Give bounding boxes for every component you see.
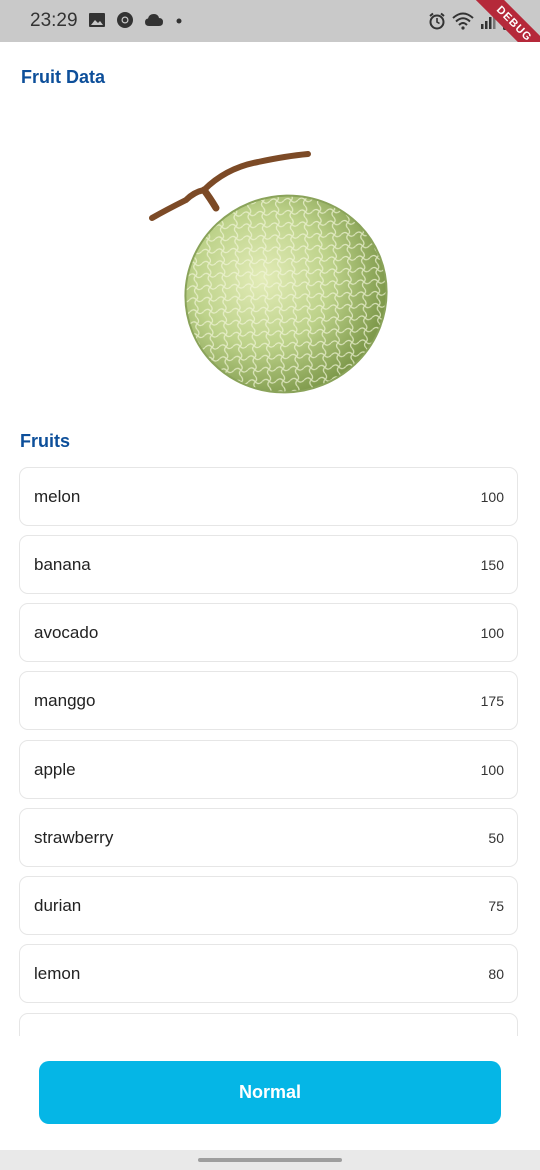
fruit-name: manggo xyxy=(34,691,96,710)
list-item[interactable]: melon 100 xyxy=(19,467,518,526)
fruit-quantity: 100 xyxy=(480,489,504,505)
fruit-quantity: 150 xyxy=(480,557,504,573)
normal-button[interactable]: Normal xyxy=(39,1061,501,1124)
chrome-icon xyxy=(116,11,134,34)
melon-image xyxy=(146,150,402,406)
cloud-icon xyxy=(144,12,164,33)
bottom-bar: Normal xyxy=(0,1036,540,1150)
fruit-quantity: 100 xyxy=(480,762,504,778)
status-bar: 23:29 DEBUG xyxy=(0,0,540,42)
status-icons-left xyxy=(88,11,184,34)
fruit-quantity: 80 xyxy=(488,966,504,982)
fruit-name: durian xyxy=(34,896,82,915)
list-item[interactable] xyxy=(19,1013,518,1036)
navigation-bar xyxy=(0,1150,540,1170)
fruit-name: banana xyxy=(34,555,91,574)
home-gesture-handle[interactable] xyxy=(198,1158,342,1162)
fruit-quantity: 75 xyxy=(488,898,504,914)
fruit-name: apple xyxy=(34,760,76,779)
list-item[interactable]: durian 75 xyxy=(19,876,518,935)
fruit-name: avocado xyxy=(34,623,99,642)
list-item[interactable]: avocado 100 xyxy=(19,603,518,662)
fruit-quantity: 100 xyxy=(480,625,504,641)
app-title: Fruit Data xyxy=(21,67,106,87)
image-icon xyxy=(88,11,106,34)
fruit-name: lemon xyxy=(34,964,81,983)
fruit-quantity: 175 xyxy=(480,693,504,709)
list-item[interactable]: strawberry 50 xyxy=(19,808,518,867)
dot-icon xyxy=(174,12,184,33)
wifi-icon xyxy=(452,12,474,35)
alarm-icon xyxy=(428,12,446,35)
section-title: Fruits xyxy=(20,431,71,451)
fruit-quantity: 50 xyxy=(488,830,504,846)
fruit-name: strawberry xyxy=(34,828,114,847)
list-item[interactable]: apple 100 xyxy=(19,740,518,799)
fruit-list[interactable]: melon 100 banana 150 avocado 100 manggo … xyxy=(0,466,540,1036)
list-item[interactable]: manggo 175 xyxy=(19,671,518,730)
status-time: 23:29 xyxy=(30,10,78,31)
list-item[interactable]: banana 150 xyxy=(19,535,518,594)
list-item[interactable]: lemon 80 xyxy=(19,944,518,1003)
fruit-name: melon xyxy=(34,487,81,506)
